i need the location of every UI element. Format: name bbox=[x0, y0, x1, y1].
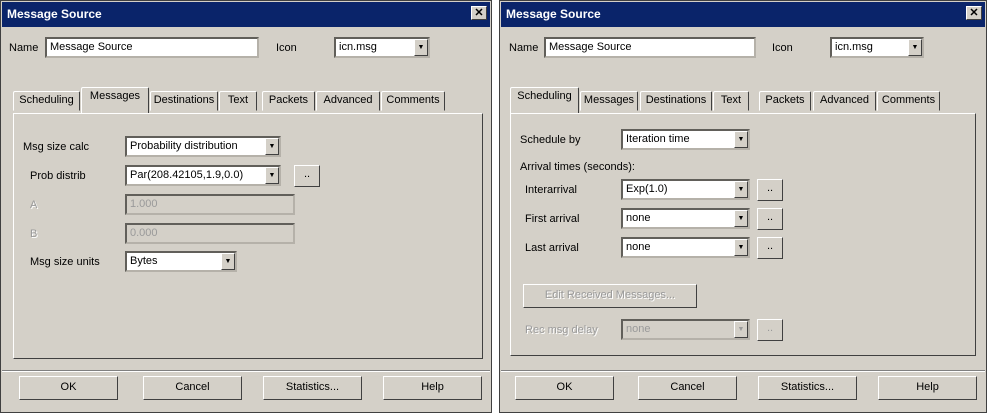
msg-size-units-label: Msg size units bbox=[30, 256, 100, 268]
a-input: 1.000 bbox=[125, 194, 295, 215]
window-title: Message Source bbox=[506, 7, 601, 21]
name-input[interactable]: Message Source bbox=[544, 37, 756, 58]
tab-messages[interactable]: Messages bbox=[580, 91, 638, 111]
rec-msg-delay-label: Rec msg delay bbox=[525, 324, 598, 336]
msg-size-units-select[interactable]: Bytes ▼ bbox=[125, 251, 237, 272]
edit-received-messages-button: Edit Received Messages... bbox=[523, 284, 697, 308]
last-arrival-label: Last arrival bbox=[525, 242, 579, 254]
last-arrival-select[interactable]: none ▼ bbox=[621, 237, 750, 258]
b-input: 0.000 bbox=[125, 223, 295, 244]
icon-select[interactable]: icn.msg ▼ bbox=[830, 37, 924, 58]
statistics-button[interactable]: Statistics... bbox=[758, 376, 857, 400]
dialog-message-source-messages: Message Source ✕ Name Message Source Ico… bbox=[0, 0, 492, 413]
close-icon[interactable]: ✕ bbox=[966, 6, 982, 20]
icon-label: Icon bbox=[276, 42, 297, 54]
title-bar[interactable]: Message Source ✕ bbox=[501, 2, 985, 27]
msg-size-calc-label: Msg size calc bbox=[23, 141, 90, 153]
msg-size-calc-value: Probability distribution bbox=[130, 140, 238, 152]
ok-button[interactable]: OK bbox=[19, 376, 118, 400]
title-bar[interactable]: Message Source ✕ bbox=[2, 2, 490, 27]
cancel-button[interactable]: Cancel bbox=[143, 376, 242, 400]
divider bbox=[2, 370, 490, 372]
name-label: Name bbox=[509, 42, 539, 54]
first-arrival-label: First arrival bbox=[525, 213, 580, 225]
prob-distrib-label: Prob distrib bbox=[30, 170, 86, 182]
ok-button[interactable]: OK bbox=[515, 376, 614, 400]
schedule-by-select[interactable]: Iteration time ▼ bbox=[621, 129, 750, 150]
chevron-down-icon: ▼ bbox=[734, 321, 748, 338]
name-input[interactable]: Message Source bbox=[45, 37, 259, 58]
tab-strip: Scheduling Messages Destinations Text Pa… bbox=[13, 87, 483, 113]
tab-text[interactable]: Text bbox=[219, 91, 257, 111]
tab-comments[interactable]: Comments bbox=[381, 91, 445, 111]
divider bbox=[501, 370, 985, 372]
tab-comments[interactable]: Comments bbox=[877, 91, 940, 111]
statistics-button[interactable]: Statistics... bbox=[263, 376, 362, 400]
last-arrival-value: none bbox=[626, 241, 651, 253]
a-label: A bbox=[30, 199, 38, 211]
b-label: B bbox=[30, 228, 38, 240]
interarrival-value: Exp(1.0) bbox=[626, 183, 668, 195]
first-arrival-select[interactable]: none ▼ bbox=[621, 208, 750, 229]
icon-select-value: icn.msg bbox=[835, 41, 873, 53]
schedule-by-label: Schedule by bbox=[520, 134, 581, 146]
icon-select[interactable]: icn.msg ▼ bbox=[334, 37, 430, 58]
tab-packets[interactable]: Packets bbox=[759, 91, 811, 111]
first-arrival-value: none bbox=[626, 212, 651, 224]
tab-destinations[interactable]: Destinations bbox=[640, 91, 712, 111]
name-label: Name bbox=[9, 42, 39, 54]
help-button[interactable]: Help bbox=[383, 376, 482, 400]
tab-advanced[interactable]: Advanced bbox=[813, 91, 876, 111]
tab-advanced[interactable]: Advanced bbox=[316, 91, 380, 111]
last-arrival-edit-button[interactable]: .. bbox=[757, 237, 783, 259]
tab-packets[interactable]: Packets bbox=[262, 91, 315, 111]
tab-scheduling[interactable]: Scheduling bbox=[13, 91, 80, 111]
cancel-button[interactable]: Cancel bbox=[638, 376, 737, 400]
tab-scheduling[interactable]: Scheduling bbox=[510, 87, 579, 113]
window-title: Message Source bbox=[7, 7, 102, 21]
interarrival-select[interactable]: Exp(1.0) ▼ bbox=[621, 179, 750, 200]
interarrival-edit-button[interactable]: .. bbox=[757, 179, 783, 201]
prob-distrib-select[interactable]: Par(208.42105,1.9,0.0) ▼ bbox=[125, 165, 281, 186]
rec-msg-delay-edit-button: .. bbox=[757, 319, 783, 341]
interarrival-label: Interarrival bbox=[525, 184, 577, 196]
chevron-down-icon[interactable]: ▼ bbox=[265, 167, 279, 184]
first-arrival-edit-button[interactable]: .. bbox=[757, 208, 783, 230]
chevron-down-icon[interactable]: ▼ bbox=[734, 131, 748, 148]
tab-strip: Scheduling Messages Destinations Text Pa… bbox=[510, 87, 976, 113]
icon-select-value: icn.msg bbox=[339, 41, 377, 53]
icon-label: Icon bbox=[772, 42, 793, 54]
close-icon[interactable]: ✕ bbox=[471, 6, 487, 20]
rec-msg-delay-value: none bbox=[626, 323, 651, 335]
chevron-down-icon[interactable]: ▼ bbox=[221, 253, 235, 270]
rec-msg-delay-select: none ▼ bbox=[621, 319, 750, 340]
tab-messages[interactable]: Messages bbox=[81, 87, 149, 113]
chevron-down-icon[interactable]: ▼ bbox=[734, 181, 748, 198]
chevron-down-icon[interactable]: ▼ bbox=[265, 138, 279, 155]
dialog-message-source-scheduling: Message Source ✕ Name Message Source Ico… bbox=[499, 0, 987, 413]
msg-size-calc-select[interactable]: Probability distribution ▼ bbox=[125, 136, 281, 157]
chevron-down-icon[interactable]: ▼ bbox=[908, 39, 922, 56]
help-button[interactable]: Help bbox=[878, 376, 977, 400]
chevron-down-icon[interactable]: ▼ bbox=[734, 210, 748, 227]
chevron-down-icon[interactable]: ▼ bbox=[734, 239, 748, 256]
prob-distrib-value: Par(208.42105,1.9,0.0) bbox=[130, 169, 244, 181]
prob-distrib-edit-button[interactable]: .. bbox=[294, 165, 320, 187]
schedule-by-value: Iteration time bbox=[626, 133, 690, 145]
tab-text[interactable]: Text bbox=[713, 91, 749, 111]
tab-destinations[interactable]: Destinations bbox=[150, 91, 218, 111]
chevron-down-icon[interactable]: ▼ bbox=[414, 39, 428, 56]
msg-size-units-value: Bytes bbox=[130, 255, 158, 267]
arrival-times-label: Arrival times (seconds): bbox=[520, 161, 635, 173]
